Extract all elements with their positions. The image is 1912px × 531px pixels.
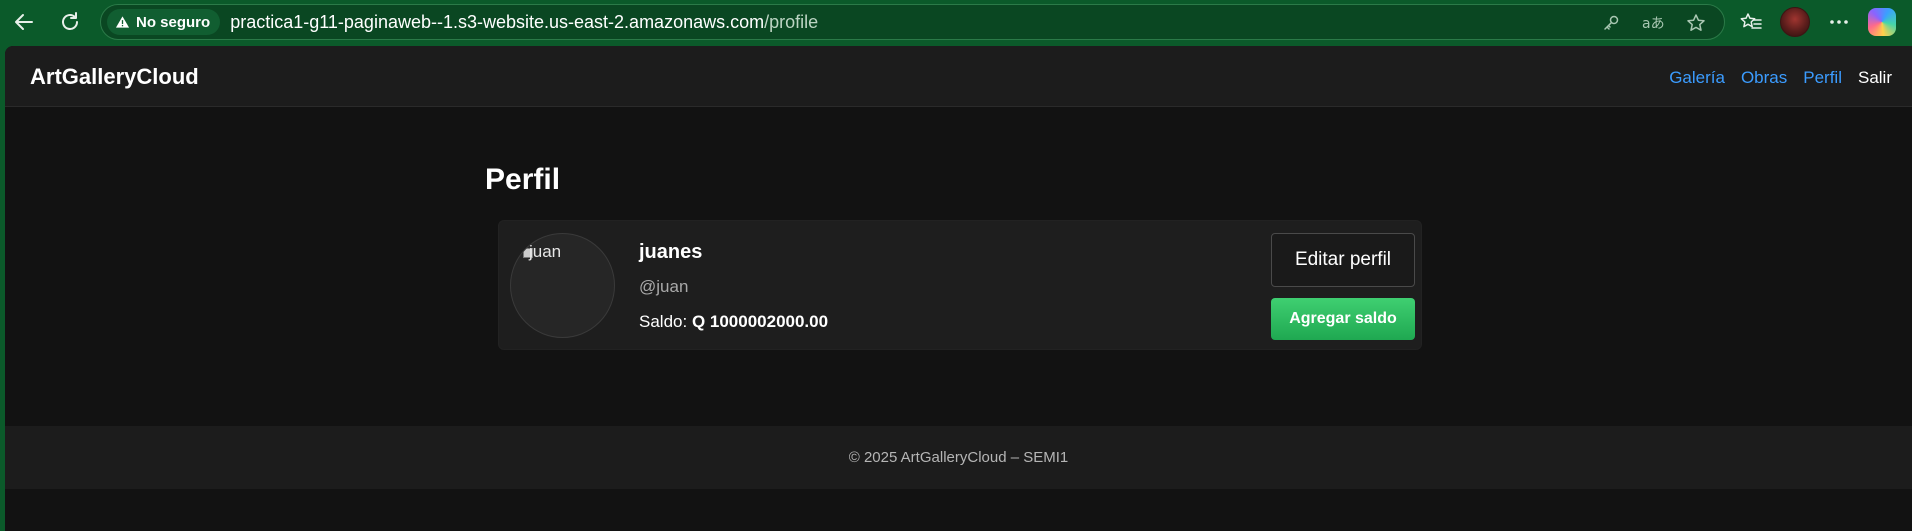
address-bar[interactable]: No seguro practica1-g11-paginaweb--1.s3-… [100, 4, 1725, 40]
profile-avatar-icon[interactable] [1780, 7, 1810, 37]
display-name: juanes [639, 241, 703, 263]
profile-card: juan juanes @juan Saldo: Q 1000002000.00… [498, 220, 1422, 350]
security-label: No seguro [136, 13, 211, 31]
add-balance-button[interactable]: Agregar saldo [1271, 298, 1415, 340]
user-avatar: juan [510, 233, 615, 338]
site-header: ArtGalleryCloud Galería Obras Perfil Sal… [5, 46, 1912, 107]
svg-text:aあ: aあ [1642, 16, 1664, 32]
url-path: /profile [764, 11, 819, 32]
url-text[interactable]: practica1-g11-paginaweb--1.s3-website.us… [230, 12, 818, 33]
balance-line: Saldo: Q 1000002000.00 [639, 312, 828, 332]
star-icon[interactable] [1686, 13, 1706, 33]
nav-profile-link[interactable]: Perfil [1803, 68, 1842, 88]
browser-actions [1740, 4, 1896, 40]
security-indicator[interactable]: No seguro [107, 9, 221, 35]
balance-label: Saldo: [639, 312, 688, 331]
copilot-icon[interactable] [1868, 8, 1896, 36]
arrow-left-icon [15, 14, 33, 30]
key-icon[interactable] [1602, 14, 1620, 32]
logout-link[interactable]: Salir [1858, 68, 1892, 88]
translate-icon[interactable]: aあ [1642, 14, 1664, 32]
page-viewport: ArtGalleryCloud Galería Obras Perfil Sal… [5, 46, 1912, 531]
edit-profile-button[interactable]: Editar perfil [1271, 233, 1415, 287]
brand-logo[interactable]: ArtGalleryCloud [30, 64, 199, 90]
reload-icon [62, 12, 78, 30]
username-handle: @juan [639, 277, 689, 296]
reload-button[interactable] [52, 4, 88, 40]
url-host: practica1-g11-paginaweb--1.s3-website.us… [230, 11, 765, 32]
back-button[interactable] [6, 4, 42, 40]
site-footer: © 2025 ArtGalleryCloud – SEMI1 [5, 426, 1912, 489]
footer-text: © 2025 ArtGalleryCloud – SEMI1 [848, 449, 1069, 466]
balance-value: Q 1000002000.00 [691, 312, 829, 331]
favorites-icon[interactable] [1740, 11, 1762, 33]
page-title: Perfil [485, 163, 561, 196]
warning-icon [115, 16, 130, 28]
site-nav: Galería Obras Perfil Salir [1669, 68, 1892, 88]
nav-works-link[interactable]: Obras [1741, 68, 1787, 88]
browser-toolbar: No seguro practica1-g11-paginaweb--1.s3-… [0, 0, 1912, 44]
more-options-icon[interactable] [1828, 11, 1850, 33]
address-bar-actions: aあ [1602, 5, 1706, 41]
nav-gallery-link[interactable]: Galería [1669, 68, 1725, 88]
avatar-alt-text: juan [529, 242, 562, 261]
